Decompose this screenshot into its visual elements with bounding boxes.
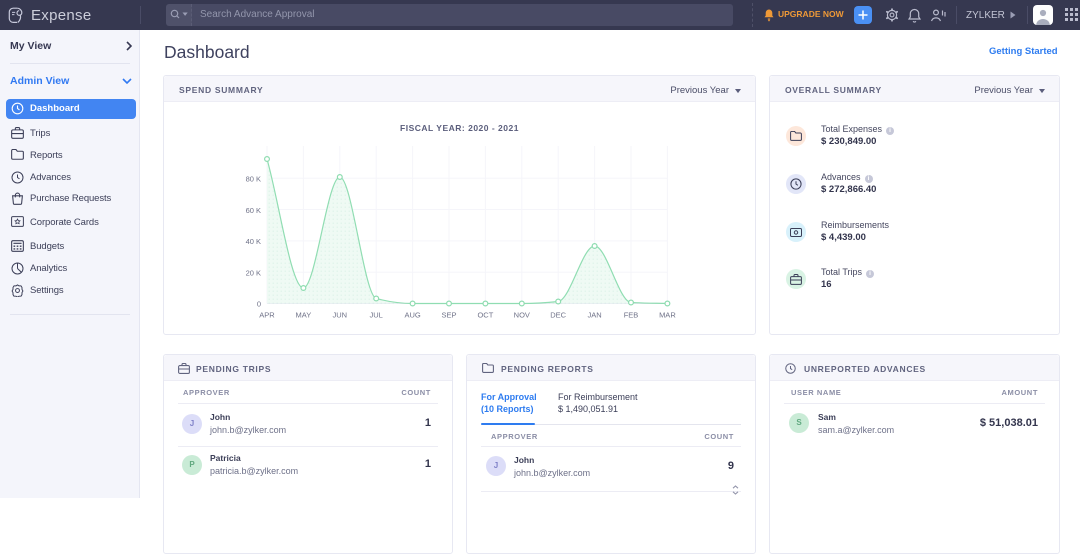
svg-text:DEC: DEC bbox=[550, 311, 566, 320]
svg-text:MAY: MAY bbox=[296, 311, 312, 320]
svg-text:40 K: 40 K bbox=[246, 237, 261, 246]
svg-text:60 K: 60 K bbox=[246, 206, 261, 215]
svg-text:OCT: OCT bbox=[477, 311, 493, 320]
svg-text:MAR: MAR bbox=[659, 311, 676, 320]
svg-text:JUN: JUN bbox=[333, 311, 348, 320]
svg-text:JAN: JAN bbox=[588, 311, 602, 320]
svg-text:20 K: 20 K bbox=[246, 268, 261, 277]
svg-text:JUL: JUL bbox=[370, 311, 383, 320]
svg-text:SEP: SEP bbox=[441, 311, 456, 320]
svg-text:FEB: FEB bbox=[624, 311, 639, 320]
svg-text:80 K: 80 K bbox=[246, 175, 261, 184]
svg-text:0: 0 bbox=[257, 300, 261, 309]
svg-text:AUG: AUG bbox=[404, 311, 420, 320]
svg-text:APR: APR bbox=[259, 311, 275, 320]
svg-text:NOV: NOV bbox=[514, 311, 530, 320]
